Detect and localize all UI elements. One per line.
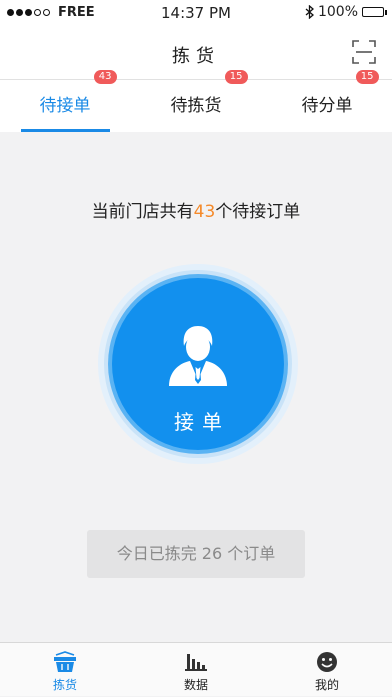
page-title: 拣货: [172, 46, 220, 67]
accept-order-label: 接单: [174, 410, 230, 434]
bottom-tab-label: 我的: [314, 678, 339, 692]
summary-prefix: 当前门店共有: [91, 202, 194, 222]
pending-count: 43: [193, 202, 216, 222]
scan-icon[interactable]: [352, 40, 376, 64]
battery-percent: 100%: [317, 4, 358, 20]
basket-icon: [54, 651, 76, 672]
accept-order-area: 接单: [98, 264, 298, 464]
bottom-tab-pick[interactable]: 拣货: [0, 643, 130, 697]
tab-pending-accept[interactable]: 待接单 43: [0, 70, 130, 132]
bottom-tab-bar: 拣货 数据 我的: [0, 642, 392, 696]
active-tab-indicator: [21, 129, 110, 132]
status-bar: FREE 14:37 PM 100%: [0, 0, 392, 26]
tab-label: 待拣货: [170, 96, 222, 116]
tab-pending-sort[interactable]: 待分单 15: [262, 70, 392, 132]
bottom-tab-label: 拣货: [52, 678, 77, 692]
accept-order-button[interactable]: 接单: [112, 278, 284, 450]
navigation-bar: 拣货: [0, 26, 392, 80]
bluetooth-icon: [305, 5, 314, 19]
bottom-tab-label: 数据: [183, 678, 208, 692]
tab-bar: 待接单 43 待拣货 15 待分单 15: [0, 70, 392, 132]
person-icon: [169, 326, 227, 386]
tab-pending-pick[interactable]: 待拣货 15: [131, 70, 261, 132]
bar-chart-icon: [185, 654, 207, 671]
count-badge: 15: [355, 70, 379, 84]
bottom-tab-mine[interactable]: 我的: [262, 643, 392, 697]
count-badge: 43: [93, 70, 117, 84]
battery-icon: [362, 7, 387, 17]
tab-label: 待接单: [39, 96, 91, 116]
smiley-icon: [317, 652, 337, 672]
today-completed-status: 今日已拣完 26 个订单: [87, 530, 305, 578]
count-badge: 15: [224, 70, 248, 84]
tab-label: 待分单: [301, 96, 353, 116]
bottom-tab-data[interactable]: 数据: [131, 643, 261, 697]
pending-summary: 当前门店共有43个待接订单: [0, 197, 392, 222]
summary-suffix: 个待接订单: [215, 202, 301, 222]
